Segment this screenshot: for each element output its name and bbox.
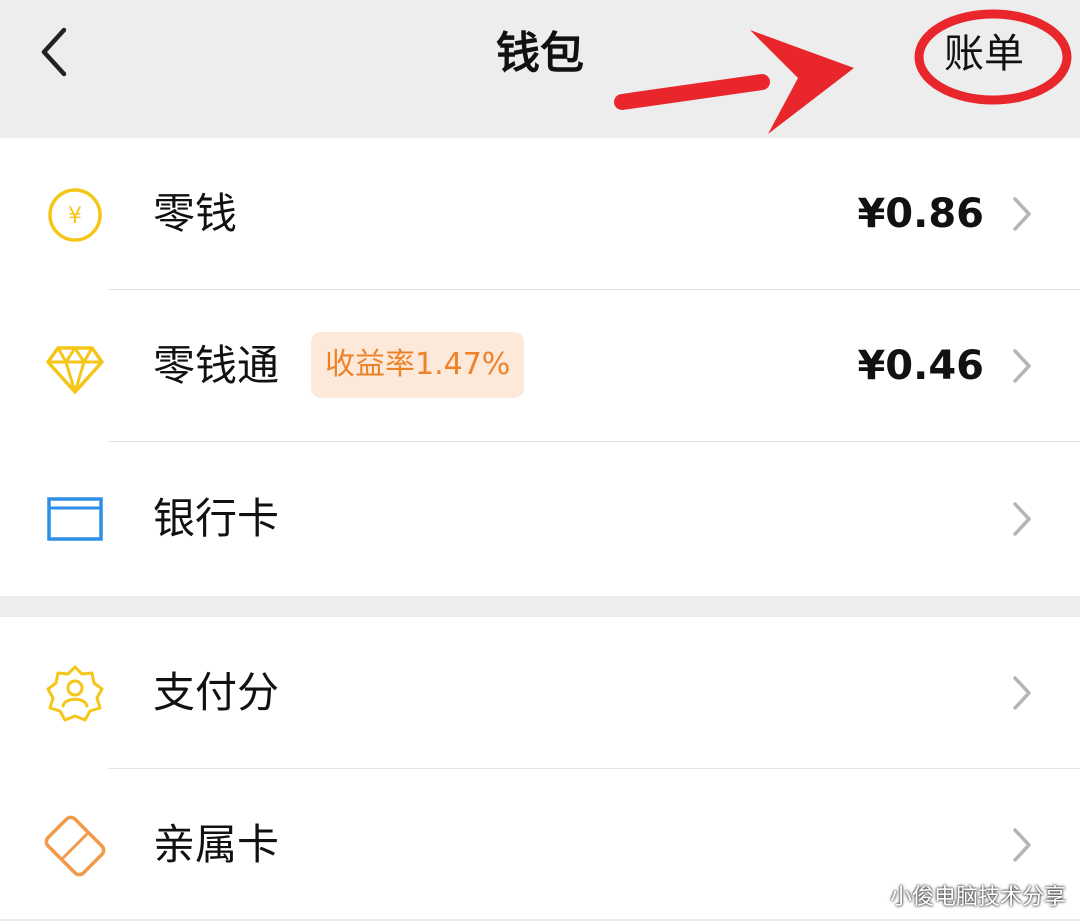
chevron-right-icon (1013, 349, 1031, 383)
item-label: 银行卡 (153, 494, 280, 543)
list-item-bank-card[interactable]: 银行卡 (0, 443, 1080, 595)
item-label: 亲属卡 (153, 820, 280, 869)
pay-score-icon (46, 665, 104, 722)
nav-bar: 钱包 账单 (0, 0, 1080, 138)
list-item-change-plus[interactable]: 零钱通 收益率1.47% ¥0.46 (0, 290, 1080, 442)
yuan-coin-icon: ¥ (48, 188, 102, 242)
chevron-right-icon (1013, 676, 1031, 710)
watermark: 小俊电脑技术分享 (889, 885, 1066, 910)
yield-rate-badge: 收益率1.47% (311, 332, 525, 398)
item-amount: ¥0.86 (857, 191, 984, 237)
bill-button[interactable]: 账单 (944, 24, 1024, 84)
family-card-icon (44, 815, 106, 877)
wallet-list-secondary: 支付分 亲属卡 (0, 617, 1080, 919)
chevron-right-icon (1013, 828, 1031, 862)
divider (108, 441, 1080, 442)
diamond-icon (46, 346, 104, 394)
item-label: 零钱 (153, 189, 238, 238)
item-label: 支付分 (153, 668, 280, 717)
svg-text:¥: ¥ (68, 204, 82, 229)
wallet-list-primary: ¥ 零钱 ¥0.86 零钱通 收益率1.47% ¥0.46 银行卡 (0, 138, 1080, 596)
list-item-change[interactable]: ¥ 零钱 ¥0.86 (0, 138, 1080, 290)
item-label: 零钱通 (153, 341, 280, 390)
bank-card-icon (47, 497, 103, 541)
page-title: 钱包 (496, 28, 584, 79)
chevron-right-icon (1013, 197, 1031, 231)
item-amount: ¥0.46 (857, 343, 984, 389)
chevron-right-icon (1013, 502, 1031, 536)
list-item-pay-score[interactable]: 支付分 (0, 617, 1080, 769)
